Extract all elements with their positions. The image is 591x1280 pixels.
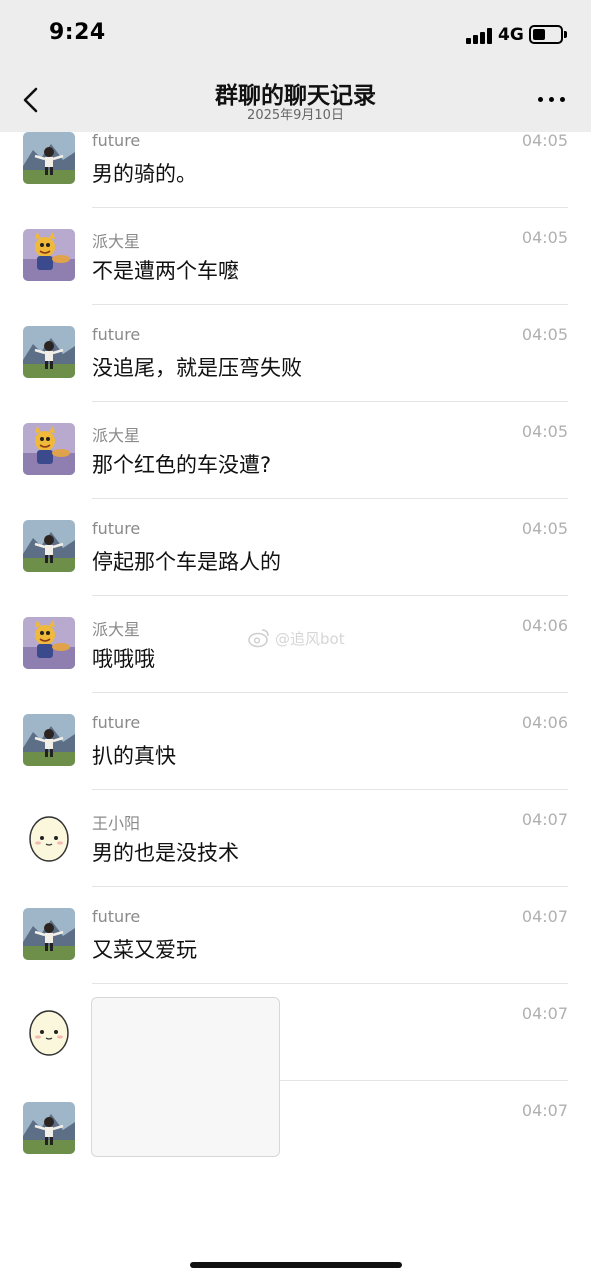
message-item[interactable]: 王小阳04:07瞎几把压 bbox=[0, 1004, 591, 1102]
message-item[interactable]: future 04:05 停起那个车是路人的 bbox=[0, 519, 591, 617]
message-time: 04:07 bbox=[521, 810, 568, 829]
message-text: 不是遭两个车嚒 bbox=[92, 259, 239, 283]
message-time: 04:05 bbox=[521, 325, 568, 344]
message-text: 男的也是没技术 bbox=[92, 841, 239, 865]
message-text: 男的骑的。 bbox=[92, 162, 197, 186]
divider bbox=[92, 692, 568, 693]
message-item[interactable]: 王小阳 04:07 男的也是没技术 bbox=[0, 810, 591, 908]
message-text: 又菜又爱玩 bbox=[92, 938, 197, 962]
signal-icon bbox=[466, 28, 494, 44]
divider bbox=[92, 886, 568, 887]
message-time: 04:06 bbox=[521, 616, 568, 635]
image-attachment[interactable] bbox=[91, 997, 280, 1157]
avatar[interactable] bbox=[23, 132, 75, 184]
chevron-left-icon bbox=[23, 87, 38, 113]
avatar[interactable] bbox=[23, 617, 75, 669]
battery-icon bbox=[529, 25, 563, 44]
avatar[interactable] bbox=[23, 1005, 75, 1057]
avatar[interactable] bbox=[23, 423, 75, 475]
sender-name: 派大星 bbox=[92, 232, 141, 251]
message-text: 停起那个车是路人的 bbox=[92, 550, 281, 574]
sender-name: future bbox=[92, 131, 141, 150]
message-item[interactable]: 派大星 04:05 那个红色的车没遭? bbox=[0, 422, 591, 520]
back-button[interactable] bbox=[16, 80, 52, 120]
divider bbox=[92, 207, 568, 208]
divider bbox=[92, 789, 568, 790]
message-time: 04:07 bbox=[521, 1004, 568, 1023]
network-label: 4G bbox=[498, 25, 524, 45]
watermark-text: @追风bot bbox=[275, 630, 345, 648]
message-text: 哦哦哦 bbox=[92, 647, 155, 671]
sender-name: future bbox=[92, 713, 141, 732]
message-time: 04:05 bbox=[521, 131, 568, 150]
divider bbox=[92, 983, 568, 984]
sender-name: 派大星 bbox=[92, 426, 141, 445]
message-item[interactable]: future 04:07 又菜又爱玩 bbox=[0, 907, 591, 1005]
message-item[interactable]: 派大星 04:05 不是遭两个车嚒 bbox=[0, 228, 591, 326]
avatar[interactable] bbox=[23, 520, 75, 572]
sender-name: future bbox=[92, 325, 141, 344]
top-bar: 9:24 4G 群聊的聊天记录 2025年9月10日 bbox=[0, 0, 591, 132]
avatar[interactable] bbox=[23, 1102, 75, 1154]
message-text: 扒的真快 bbox=[92, 744, 176, 768]
message-list[interactable]: future 04:05 男的骑的。 派大星 04:05 不是遭两个车嚒 future 04:… bbox=[0, 131, 591, 1280]
divider bbox=[92, 595, 568, 596]
message-time: 04:07 bbox=[521, 1101, 568, 1120]
weibo-icon bbox=[248, 629, 269, 648]
sender-name: 王小阳 bbox=[92, 814, 141, 833]
divider bbox=[92, 304, 568, 305]
sender-name: future bbox=[92, 519, 141, 538]
avatar[interactable] bbox=[23, 714, 75, 766]
avatar[interactable] bbox=[23, 908, 75, 960]
divider bbox=[92, 498, 568, 499]
home-indicator[interactable] bbox=[190, 1262, 402, 1268]
message-text: 没追尾，就是压弯失败 bbox=[92, 356, 302, 380]
page-subtitle: 2025年9月10日 bbox=[247, 108, 344, 123]
battery-tip bbox=[564, 31, 567, 38]
message-time: 04:07 bbox=[521, 907, 568, 926]
divider bbox=[92, 401, 568, 402]
message-time: 04:05 bbox=[521, 228, 568, 247]
watermark: @追风bot bbox=[247, 626, 345, 650]
message-time: 04:05 bbox=[521, 519, 568, 538]
message-item[interactable]: future 04:06 扒的真快 bbox=[0, 713, 591, 811]
avatar[interactable] bbox=[23, 326, 75, 378]
sender-name: future bbox=[92, 907, 141, 926]
message-time: 04:05 bbox=[521, 422, 568, 441]
sender-name: 派大星 bbox=[92, 620, 141, 639]
message-item[interactable]: future 04:05 男的骑的。 bbox=[0, 131, 591, 229]
message-time: 04:06 bbox=[521, 713, 568, 732]
message-item[interactable]: future04:07 bbox=[0, 1101, 591, 1199]
avatar[interactable] bbox=[23, 229, 75, 281]
avatar[interactable] bbox=[23, 811, 75, 863]
message-item[interactable]: future 04:05 没追尾，就是压弯失败 bbox=[0, 325, 591, 423]
status-time: 9:24 bbox=[49, 20, 106, 45]
message-text: 那个红色的车没遭? bbox=[92, 453, 272, 477]
more-button[interactable] bbox=[532, 88, 572, 112]
